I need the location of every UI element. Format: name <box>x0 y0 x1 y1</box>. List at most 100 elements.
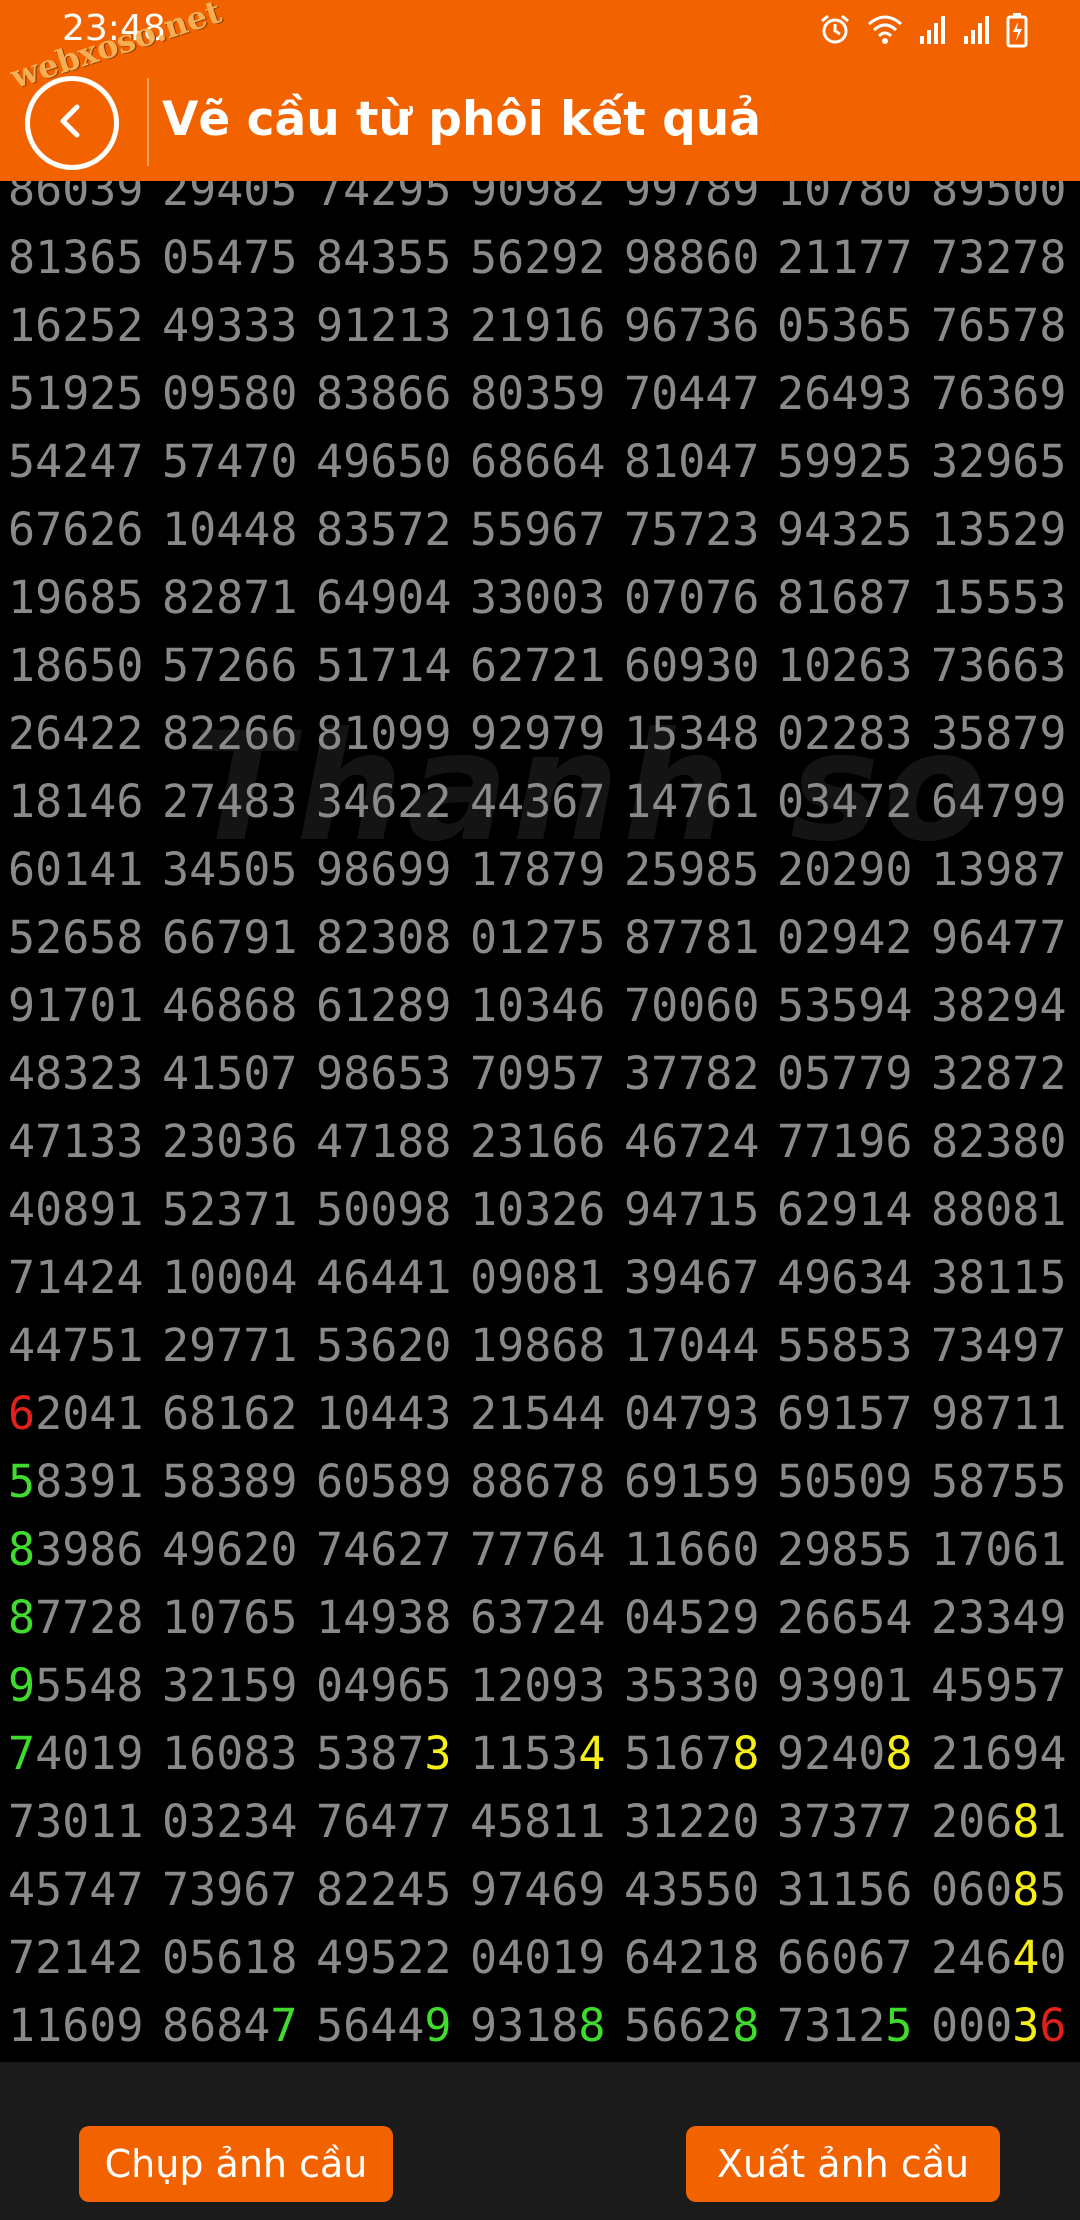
digit: 1 <box>62 843 90 896</box>
digit: 8 <box>316 1863 344 1916</box>
digit: 8 <box>116 1659 144 1712</box>
digit: 9 <box>1039 707 1067 760</box>
grid-cell: 50098 <box>316 1183 451 1236</box>
digit: 4 <box>89 775 117 828</box>
grid-cell: 32159 <box>162 1659 297 1712</box>
digit: 0 <box>732 979 760 1032</box>
digit: 2 <box>470 299 498 352</box>
digit: 4 <box>470 775 498 828</box>
grid-cell: 53594 <box>777 979 912 1032</box>
digit: 1 <box>343 299 371 352</box>
digit: 7 <box>551 707 579 760</box>
grid-cell: 44751 <box>8 1319 143 1372</box>
digit: 9 <box>397 707 425 760</box>
digit: 5 <box>216 367 244 420</box>
digit: 5 <box>35 1659 63 1712</box>
grid-cell: 10326 <box>470 1183 605 1236</box>
grid-cell: 92408 <box>777 1727 912 1780</box>
digit: 2 <box>578 181 606 216</box>
digit: 8 <box>316 503 344 556</box>
digit: 1 <box>35 231 63 284</box>
digit: 6 <box>1012 435 1040 488</box>
digit: 0 <box>62 1795 90 1848</box>
digit: 5 <box>270 231 298 284</box>
digit: 8 <box>678 231 706 284</box>
digit: 1 <box>470 979 498 1032</box>
digit: 5 <box>1039 435 1067 488</box>
digit: 9 <box>89 1455 117 1508</box>
digit: 6 <box>62 639 90 692</box>
digit: 5 <box>1039 1863 1067 1916</box>
back-button[interactable] <box>25 76 119 170</box>
digit: 3 <box>958 1591 986 1644</box>
digit: 5 <box>885 299 913 352</box>
digit: 4 <box>732 1115 760 1168</box>
digit: 4 <box>1039 1727 1067 1780</box>
digit: 8 <box>162 1999 190 2052</box>
digit: 5 <box>831 1455 859 1508</box>
digit: 7 <box>424 1523 452 1576</box>
digit: 9 <box>578 367 606 420</box>
grid-cell: 59925 <box>777 435 912 488</box>
digit: 6 <box>578 979 606 1032</box>
digit: 6 <box>370 1047 398 1100</box>
status-icons <box>818 12 1028 56</box>
grid-cell: 39467 <box>624 1251 759 1304</box>
grid-cell: 21694 <box>931 1727 1066 1780</box>
digit: 7 <box>931 299 959 352</box>
grid-cell: 68664 <box>470 435 605 488</box>
digit: 1 <box>624 707 652 760</box>
digit: 4 <box>370 1387 398 1440</box>
grid-cell: 13529 <box>931 503 1066 556</box>
digit: 9 <box>931 1387 959 1440</box>
digit: 9 <box>524 1047 552 1100</box>
digit: 7 <box>885 1931 913 1984</box>
grid-cell: 98653 <box>316 1047 451 1100</box>
digit: 4 <box>35 1727 63 1780</box>
digit: 0 <box>470 1931 498 1984</box>
grid-cell: 80359 <box>470 367 605 420</box>
grid-cell: 34505 <box>162 843 297 896</box>
digit: 0 <box>370 1183 398 1236</box>
digit: 5 <box>424 181 452 216</box>
capture-button[interactable]: Chụp ảnh cầu <box>79 2126 393 2202</box>
digit: 2 <box>370 979 398 1032</box>
digit: 4 <box>578 435 606 488</box>
digit: 7 <box>524 1523 552 1576</box>
grid-cell: 91701 <box>8 979 143 1032</box>
digit: 1 <box>931 843 959 896</box>
digit: 5 <box>678 1863 706 1916</box>
grid-cell: 87728 <box>8 1591 143 1644</box>
digit: 0 <box>497 1047 525 1100</box>
digit: 9 <box>8 979 36 1032</box>
grid-cell: 41507 <box>162 1047 297 1100</box>
grid-cell: 81047 <box>624 435 759 488</box>
digit: 4 <box>958 775 986 828</box>
digit: 2 <box>931 1591 959 1644</box>
digit: 2 <box>831 707 859 760</box>
digit: 5 <box>985 299 1013 352</box>
digit: 4 <box>316 435 344 488</box>
grid-cell: 10443 <box>316 1387 451 1440</box>
digit: 9 <box>705 1387 733 1440</box>
digit: 4 <box>8 1183 36 1236</box>
grid-row: 73011 03234 76477 45811 31220 37377 20681 <box>0 1795 1080 1863</box>
digit: 4 <box>732 1319 760 1372</box>
grid-cell: 38115 <box>931 1251 1066 1304</box>
digit: 8 <box>732 1931 760 1984</box>
digit: 1 <box>62 1115 90 1168</box>
grid-cell: 24640 <box>931 1931 1066 1984</box>
digit: 6 <box>578 1115 606 1168</box>
digit: 0 <box>270 435 298 488</box>
digit: 7 <box>8 1795 36 1848</box>
digit: 1 <box>8 775 36 828</box>
export-button[interactable]: Xuất ảnh cầu <box>686 2126 1000 2202</box>
digit: 3 <box>270 775 298 828</box>
digit: 1 <box>8 639 36 692</box>
digit: 6 <box>243 979 271 1032</box>
digit: 4 <box>8 1863 36 1916</box>
digit: 9 <box>1039 1591 1067 1644</box>
digit: 6 <box>316 979 344 1032</box>
digit: 2 <box>1012 503 1040 556</box>
digit: 8 <box>497 435 525 488</box>
